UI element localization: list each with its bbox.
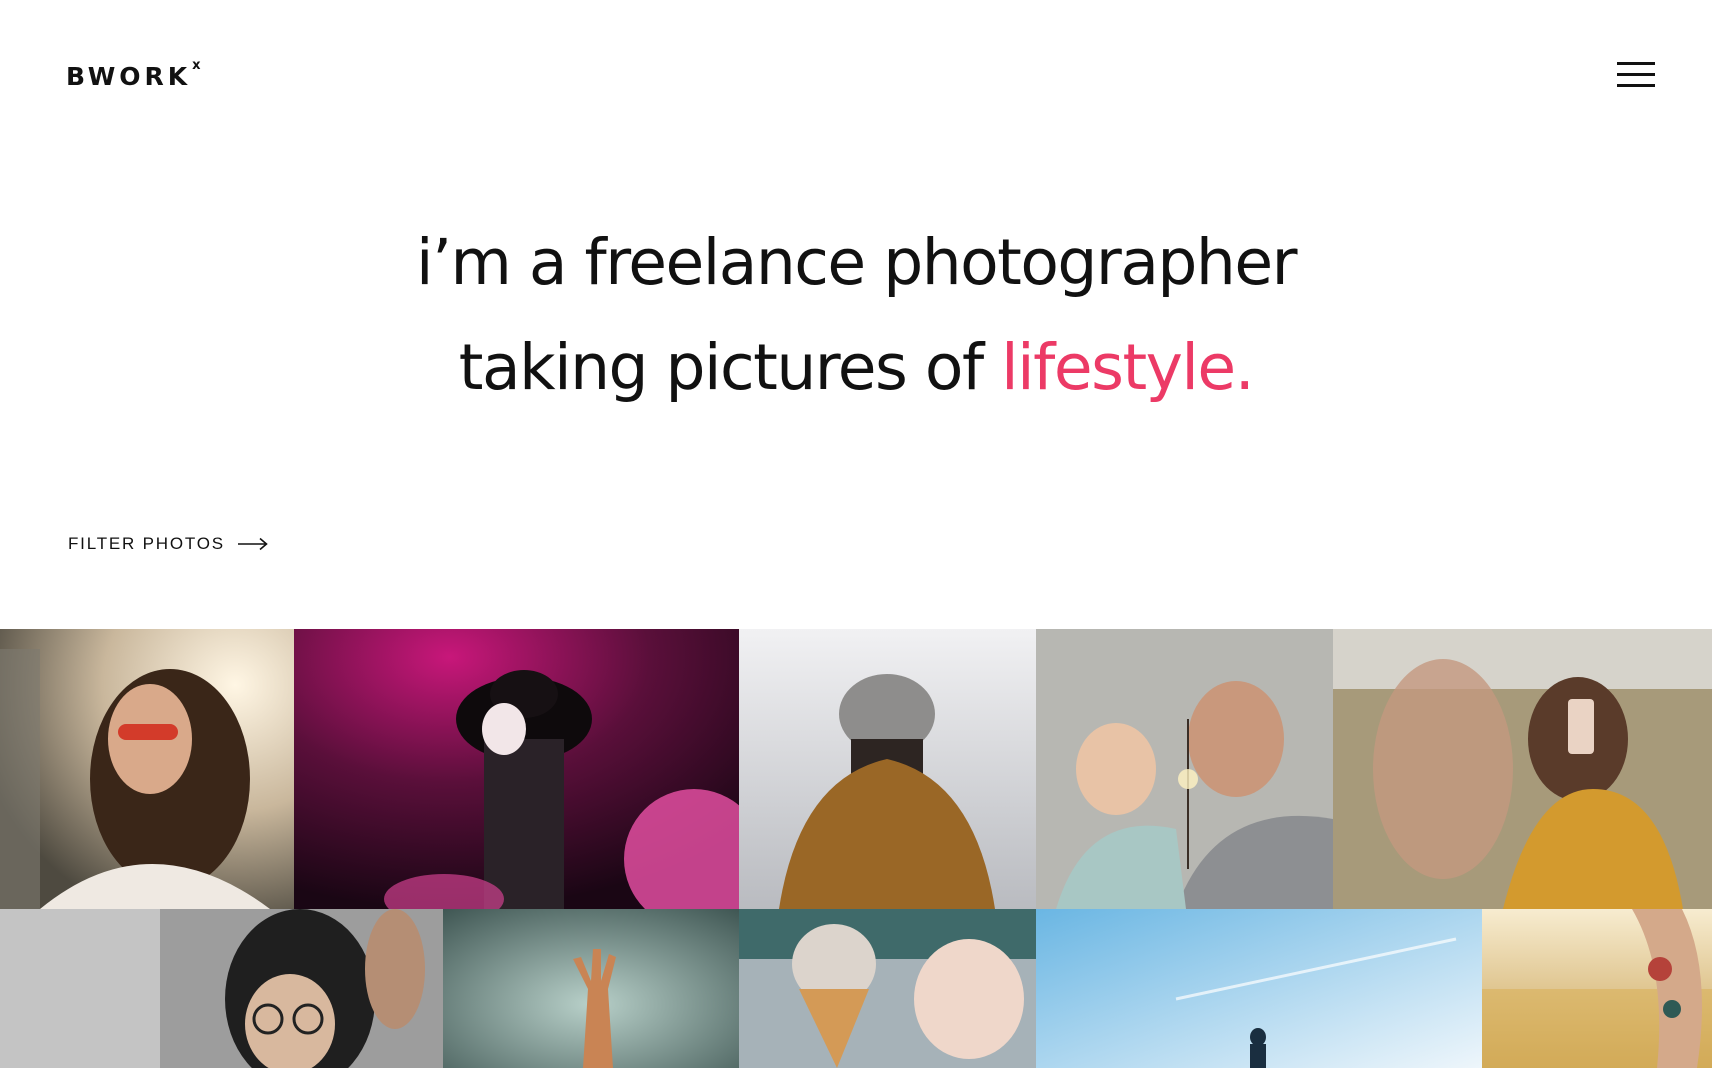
hamburger-menu-icon[interactable] bbox=[1617, 60, 1655, 88]
photo-tattoo-field bbox=[1482, 909, 1712, 1068]
gallery-photo[interactable] bbox=[1036, 909, 1482, 1068]
logo-mark: x bbox=[192, 58, 201, 73]
page: BWORK x i’m a freelance photographer tak… bbox=[0, 0, 1712, 1068]
gallery-photo[interactable] bbox=[0, 629, 294, 909]
gallery-photo[interactable] bbox=[1333, 629, 1712, 909]
photo-hand-mist bbox=[443, 909, 739, 1068]
gallery-photo[interactable] bbox=[294, 629, 739, 909]
logo[interactable]: BWORK x bbox=[66, 58, 201, 91]
hero-line-2: taking pictures of lifestyle. bbox=[0, 315, 1712, 420]
gallery-photo[interactable] bbox=[443, 909, 739, 1068]
photo-woman-sunglasses bbox=[0, 629, 294, 909]
filter-photos-label: FILTER PHOTOS bbox=[68, 534, 225, 553]
menu-bar bbox=[1617, 84, 1655, 87]
photo-ice-cream bbox=[739, 909, 1036, 1068]
gallery-photo[interactable] bbox=[0, 909, 443, 1068]
hero-accent-word: lifestyle. bbox=[1001, 331, 1255, 404]
menu-bar bbox=[1617, 73, 1655, 76]
menu-bar bbox=[1617, 62, 1655, 65]
photo-woman-glasses bbox=[0, 909, 443, 1068]
arrow-right-icon bbox=[237, 537, 268, 551]
gallery-photo[interactable] bbox=[1036, 629, 1333, 909]
hero-line-2-text: taking pictures of bbox=[458, 331, 1002, 404]
photo-man-child-sparkler bbox=[1036, 629, 1333, 909]
photo-person-sky bbox=[1036, 909, 1482, 1068]
photo-woman-phone bbox=[1333, 629, 1712, 909]
hero-line-1: i’m a freelance photographer bbox=[415, 226, 1298, 299]
gallery-photo[interactable] bbox=[739, 629, 1036, 909]
gallery-photo[interactable] bbox=[1482, 909, 1712, 1068]
photo-person-beanie bbox=[739, 629, 1036, 909]
gallery-photo[interactable] bbox=[739, 909, 1036, 1068]
hero-heading: i’m a freelance photographer taking pict… bbox=[0, 210, 1712, 420]
filter-photos-button[interactable]: FILTER PHOTOS bbox=[68, 534, 268, 554]
photo-woman-pink-smoke bbox=[294, 629, 739, 909]
logo-text: BWORK bbox=[66, 62, 192, 91]
